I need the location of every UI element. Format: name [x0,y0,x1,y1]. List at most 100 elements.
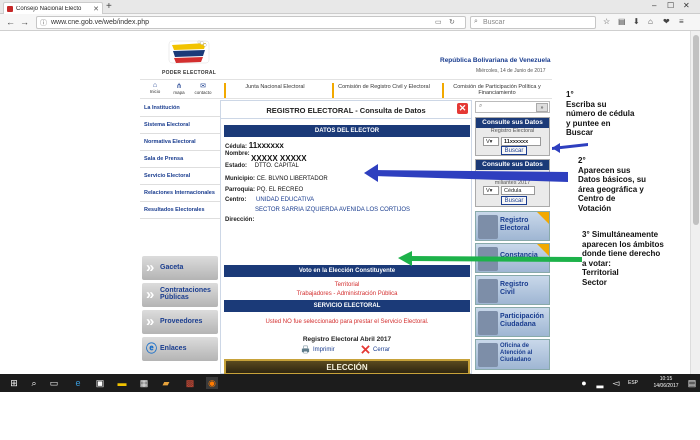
reader-view-icon[interactable]: ▭ [435,18,442,26]
pocket-icon[interactable]: ❤ [663,17,670,26]
site-search-go[interactable]: » [536,103,548,112]
bookmark-star-icon[interactable]: ☆ [603,17,610,26]
annotation-step-3: 3° Simultáneamente aparecen los ámbitos … [582,230,690,287]
nav-item-resultados[interactable]: Resultados Electorales [140,202,220,219]
menu-mapa[interactable]: ⋔ mapa [168,82,190,95]
home-icon[interactable]: ⌂ [648,17,653,26]
proveedores-button[interactable]: » Proveedores [142,310,218,334]
menu-registro-civil[interactable]: Comisión de Registro Civil y Electoral [332,83,434,98]
menu-participacion-politica[interactable]: Comisión de Participación Política y Fin… [442,83,550,98]
menu-icon[interactable]: ≡ [679,17,684,26]
cedula-row: Cédula: 11xxxxxx [225,141,284,150]
edge-icon[interactable]: e [72,377,84,389]
nav-item-servicio-electoral[interactable]: Servicio Electoral [140,168,220,185]
windows-start-icon[interactable]: ⊞ [8,377,20,389]
centro-label: Centro: [225,197,247,203]
browser-tab[interactable]: Consejo Nacional Electo ✕ [3,2,103,14]
close-tab-icon[interactable]: ✕ [93,5,99,13]
taskbar-clock[interactable]: 10:15 14/06/2017 [646,376,686,390]
cerrar-label: Cerrar [373,346,391,353]
task-view-icon[interactable]: ▭ [48,377,60,389]
consulta-title: REGISTRO ELECTORAL - Consulta de Datos [266,106,426,115]
nombre-value-row: XXXXX XXXXX [251,154,307,163]
registro-footer: Registro Electoral Abril 2017 [302,336,392,343]
annotation-step-2: 2° Aparecen sus Datos básicos, su área g… [578,156,690,213]
consulta-titlebar: REGISTRO ELECTORAL - Consulta de Datos ✕ [221,101,471,119]
browser-search-input[interactable]: ⌕ Buscar [470,16,596,29]
download-icon[interactable]: ⬇ [633,17,640,26]
address-bar[interactable]: ⓘ www.cne.gob.ve/web/index.php ▭ ↻ [36,16,466,29]
direccion-row: Dirección: [225,217,254,223]
site-info-icon[interactable]: ⓘ [40,18,47,28]
close-window-icon[interactable]: ✕ [683,1,690,10]
scrollbar-thumb[interactable] [693,35,699,225]
minimize-icon[interactable]: – [652,1,656,10]
file-explorer-icon[interactable]: ▬ [116,377,128,389]
parroquia-row: Parroquia: PQ. EL RECREO [225,187,303,193]
menu-contacto-label: contacto [194,90,212,95]
tile-registro-electoral[interactable]: Registro Electoral [475,211,550,241]
ambito-territorial: Territorial [334,282,360,288]
contrataciones-button[interactable]: » Contrataciones Públicas [142,283,218,307]
notifications-icon[interactable]: ▤ [686,377,698,389]
search-icon: ⌕ [479,103,483,109]
folder-icon[interactable]: ▰ [160,377,172,389]
library-icon[interactable]: ▤ [618,17,626,26]
cerrar-button[interactable]: Cerrar [361,345,390,354]
buscar-button-2[interactable]: Buscar [501,196,527,205]
maximize-icon[interactable]: ☐ [667,1,674,10]
site-search-input[interactable]: ⌕ » [475,101,550,113]
menu-inicio[interactable]: ⌂ Inicio [144,82,166,94]
close-icon[interactable]: ✕ [457,103,468,114]
reload-icon[interactable]: ↻ [449,18,455,26]
app-red-icon[interactable]: ▩ [184,377,196,389]
nacionalidad-select-2[interactable]: V▾ [483,186,499,195]
browser-tab-bar: Consejo Nacional Electo ✕ + – ☐ ✕ [0,0,700,14]
new-tab-button[interactable]: + [106,1,112,12]
chevron-right-icon: » [146,286,155,303]
nav-item-sistema-electoral[interactable]: Sistema Electoral [140,117,220,134]
network-icon[interactable]: ▂ [594,377,606,389]
nav-item-institucion[interactable]: La Institución [140,100,220,117]
menu-inicio-label: Inicio [149,89,161,94]
back-icon[interactable]: ← [6,17,15,27]
consulta-panel: REGISTRO ELECTORAL - Consulta de Datos ✕… [220,100,472,375]
estado-value: DTTO. CAPITAL [254,163,299,169]
tile-constancia[interactable]: Constancia [475,243,550,273]
forward-icon[interactable]: → [20,17,29,27]
estado-label: Estado: [225,163,248,169]
cne-logo-icon[interactable] [166,37,212,73]
imprimir-button[interactable]: Imprimir [301,345,335,354]
app-icon[interactable]: ▦ [138,377,150,389]
cedula-input-2[interactable]: Cédula [501,186,535,195]
nav-item-normativa[interactable]: Normativa Electoral [140,134,220,151]
menu-contacto[interactable]: ✉ contacto [192,82,214,95]
left-nav: La Institución Sistema Electoral Normati… [140,100,220,219]
firefox-icon[interactable]: ◉ [206,377,218,389]
page-scrollbar[interactable] [690,31,700,374]
clock-time: 10:15 [659,376,673,382]
tile-label: Registro Civil [500,281,529,296]
tile-participacion[interactable]: Participación Ciudadana [475,307,550,337]
search-icon[interactable]: ⌕ [28,377,40,389]
menu-junta-nacional[interactable]: Junta Nacional Electoral [224,83,324,98]
enlaces-button[interactable]: ⓔ Enlaces [142,337,218,361]
store-icon[interactable]: ▣ [94,377,106,389]
tile-label: Constancia [500,252,538,259]
nav-item-sala-prensa[interactable]: Sala de Prensa [140,151,220,168]
cedula-input[interactable]: 11xxxxxx [501,137,541,146]
tile-label: Oficina de Atención al Ciudadano [500,343,533,363]
nav-item-relaciones[interactable]: Relaciones Internacionales [140,185,220,202]
chrome-tray-icon[interactable]: ● [578,377,590,389]
nacionalidad-select[interactable]: V▾ [483,137,499,146]
tile-thumb [478,343,498,367]
language-indicator[interactable]: ESP [628,380,638,386]
buscar-button[interactable]: Buscar [501,146,527,155]
tile-registro-civil[interactable]: Registro Civil [475,275,550,305]
centro-value: UNIDAD EDUCATIVA [256,197,315,203]
tile-oficina-atencion[interactable]: Oficina de Atención al Ciudadano [475,339,550,370]
voto-constituyente-header: Voto en la Elección Constituyente [224,265,470,277]
gaceta-button[interactable]: » Gaceta [142,256,218,280]
volume-icon[interactable]: ◅ [610,377,622,389]
tile-thumb [478,247,498,271]
